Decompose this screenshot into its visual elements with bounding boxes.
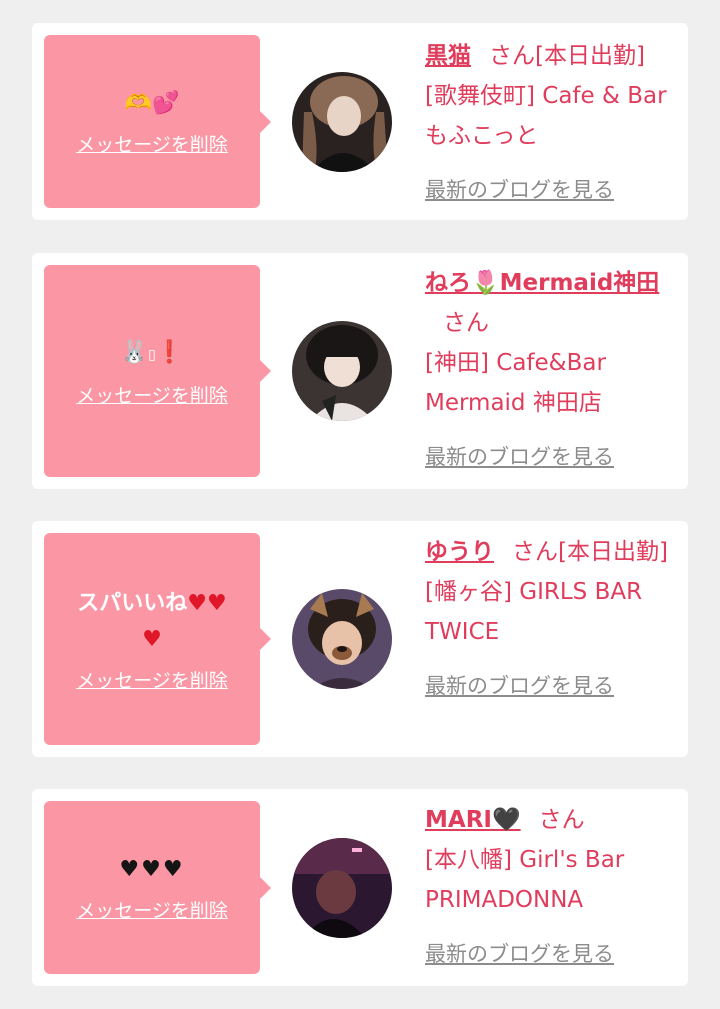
message-bubble: 🐰▯❗ メッセージを削除 xyxy=(44,265,271,477)
cast-name-link[interactable]: ゆうり xyxy=(425,539,494,565)
cast-info: ねろ🌷Mermaid神田さん [神田] Cafe&Bar Mermaid 神田店… xyxy=(425,263,675,477)
delete-message-link[interactable]: メッセージを削除 xyxy=(76,130,228,157)
message-content: 🫶💕 xyxy=(125,86,180,122)
latest-blog-link[interactable]: 最新のブログを見る xyxy=(425,934,614,974)
handshake-heart-icon: 🫶 xyxy=(124,91,152,116)
missing-glyph-icon: ▯ xyxy=(148,346,156,363)
latest-blog-link[interactable]: 最新のブログを見る xyxy=(425,437,614,477)
shop-name: [神田] Cafe&Bar Mermaid 神田店 xyxy=(425,350,606,416)
message-card: スパいいね♥♥ ♥ メッセージを削除 ゆうり さん[本日出勤] [幡ヶ谷] GIRL… xyxy=(32,521,688,757)
black-heart-icon: ♥ xyxy=(141,857,163,882)
red-heart-icon: ♥ xyxy=(187,590,207,616)
red-heart-icon: ♥ xyxy=(207,590,227,616)
message-card: ♥♥♥ メッセージを削除 MARI🖤 さん [本八幡] Girl's Bar PR… xyxy=(32,789,688,986)
message-card: 🐰▯❗ メッセージを削除 ねろ🌷Mermaid神田さん [神田] Cafe&Ba… xyxy=(32,253,688,489)
message-content: ♥♥♥ xyxy=(119,852,184,888)
message-content: スパいいね♥♥ ♥ xyxy=(77,586,226,658)
cast-suffix: さん xyxy=(538,807,585,833)
cast-suffix: さん[本日出勤] xyxy=(512,539,668,565)
delete-message-link[interactable]: メッセージを削除 xyxy=(76,381,228,408)
avatar[interactable] xyxy=(292,72,392,172)
avatar[interactable] xyxy=(292,321,392,421)
cast-suffix: さん[本日出勤] xyxy=(489,43,645,69)
exclamation-icon: ❗ xyxy=(155,339,184,365)
cast-info: MARI🖤 さん [本八幡] Girl's Bar PRIMADONNA 最新のブ… xyxy=(425,800,675,974)
cast-suffix: さん xyxy=(443,310,489,336)
shop-name: [本八幡] Girl's Bar PRIMADONNA xyxy=(425,847,625,913)
latest-blog-link[interactable]: 最新のブログを見る xyxy=(425,170,614,210)
message-bubble: 🫶💕 メッセージを削除 xyxy=(44,35,271,208)
avatar[interactable] xyxy=(292,838,392,938)
shop-name: [歌舞伎町] Cafe & Bar もふこっと xyxy=(425,83,667,149)
cast-info: ゆうり さん[本日出勤] [幡ヶ谷] GIRLS BAR TWICE 最新のブログ… xyxy=(425,532,675,706)
shop-name: [幡ヶ谷] GIRLS BAR TWICE xyxy=(425,579,643,645)
avatar[interactable] xyxy=(292,589,392,689)
red-heart-icon: ♥ xyxy=(142,626,162,652)
cast-name-link[interactable]: MARI🖤 xyxy=(425,807,521,833)
latest-blog-link[interactable]: 最新のブログを見る xyxy=(425,666,614,706)
two-hearts-icon: 💕 xyxy=(152,91,180,116)
cast-name-link[interactable]: 黒猫 xyxy=(425,43,471,69)
cast-name-link[interactable]: ねろ🌷Mermaid神田 xyxy=(425,270,659,296)
cast-info: 黒猫 さん[本日出勤] [歌舞伎町] Cafe & Bar もふこっと 最新のブロ… xyxy=(425,36,675,210)
black-heart-icon: ♥ xyxy=(162,857,185,882)
rabbit-face-icon: 🐰 xyxy=(120,339,149,365)
message-bubble: スパいいね♥♥ ♥ メッセージを削除 xyxy=(44,533,271,745)
message-card: 🫶💕 メッセージを削除 黒猫 さん[本日出勤] [歌舞伎町] Cafe & Bar… xyxy=(32,23,688,220)
message-content: 🐰▯❗ xyxy=(121,335,184,373)
delete-message-link[interactable]: メッセージを削除 xyxy=(76,666,228,693)
delete-message-link[interactable]: メッセージを削除 xyxy=(76,896,228,923)
message-bubble: ♥♥♥ メッセージを削除 xyxy=(44,801,271,974)
black-heart-icon: ♥ xyxy=(119,857,142,882)
message-text: スパいいね xyxy=(77,590,188,616)
